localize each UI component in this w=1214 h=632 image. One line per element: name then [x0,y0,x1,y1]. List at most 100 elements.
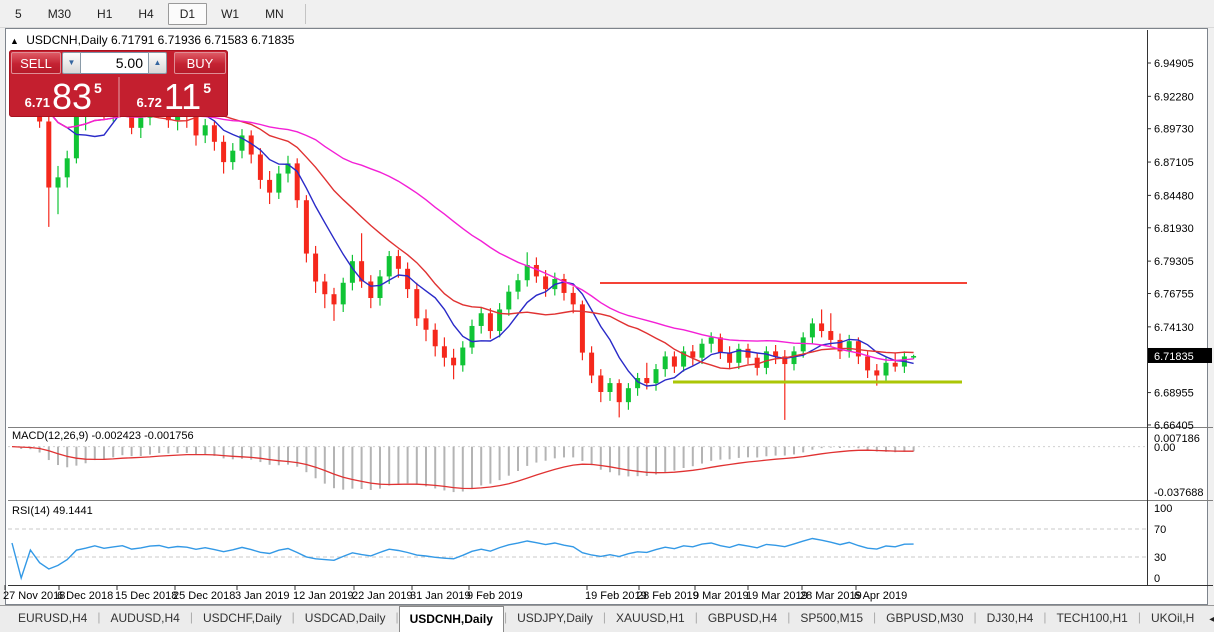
candle-body [460,348,465,366]
price-tick-label: 6.66405 [1154,420,1194,432]
candle-body [387,256,392,276]
candle-body [488,313,493,331]
chart-tab-ukoil[interactable]: UKOil,H [1141,606,1204,632]
chart-tab-usdcnh[interactable]: USDCNH,Daily [399,606,504,632]
candle-body [267,180,272,193]
candle-body [874,370,879,375]
chart-tab-usdchf[interactable]: USDCHF,Daily [193,606,292,632]
chart-title: ▲ USDCNH,Daily 6.71791 6.71936 6.71583 6… [10,33,294,47]
candle-body [433,330,438,347]
candle-body [663,356,668,369]
candle-body [727,353,732,363]
chart-tab-gbpusd[interactable]: GBPUSD,H4 [698,606,787,632]
rsi-tick-label: 100 [1154,503,1172,515]
date-tick-label: 9 Feb 2019 [467,590,523,602]
tab-scroll-arrows: ◂▸ [1204,606,1214,632]
buy-price-prefix: 6.72 [137,95,162,110]
candle-body [543,276,548,289]
order-controls-row: SELL ▼ ▲ BUY [9,50,228,77]
timeframe-button-m30[interactable]: M30 [36,3,83,25]
candle-body [138,118,143,128]
sell-button[interactable]: SELL [11,52,61,74]
candle-body [709,337,714,343]
timeframe-button-d1[interactable]: D1 [168,3,207,25]
candle-body [571,293,576,304]
date-tick-label: 22 Jan 2019 [352,590,413,602]
buy-price-tile[interactable]: 6.72 11 5 [120,77,229,117]
date-tick-label: 3 Jan 2019 [235,590,289,602]
price-tick-label: 6.84480 [1154,190,1194,202]
candle-body [230,151,235,162]
date-tick-label: 12 Jan 2019 [293,590,354,602]
price-tick-label: 6.92280 [1154,91,1194,103]
candle-body [203,125,208,135]
sell-price-pips: 83 [52,80,92,114]
timeframe-button-5[interactable]: 5 [3,3,34,25]
chart-tab-dj30[interactable]: DJ30,H4 [977,606,1044,632]
macd-tick-label: 0.00 [1154,442,1175,454]
timeframe-button-h4[interactable]: H4 [126,3,165,25]
chart-tab-eurusd[interactable]: EURUSD,H4 [8,606,97,632]
candle-body [212,125,217,142]
buy-button[interactable]: BUY [174,52,226,74]
date-tick-label: 28 Feb 2019 [637,590,699,602]
timeframe-button-mn[interactable]: MN [253,3,296,25]
buy-price-pips: 11 [164,80,201,114]
tab-scroll-left-icon[interactable]: ◂ [1204,614,1214,625]
volume-increase-button[interactable]: ▲ [148,52,167,74]
candle-body [865,356,870,370]
macd-tick-label: -0.037688 [1154,487,1204,499]
candle-body [819,323,824,331]
chart-tab-sp500[interactable]: SP500,M15 [790,606,873,632]
collapse-arrow-icon[interactable]: ▲ [10,36,19,46]
timeframe-toolbar: 5M30H1H4D1W1MN [0,0,1214,28]
price-tick-label: 6.94905 [1154,58,1194,70]
candle-body [322,282,327,295]
candle-body [295,163,300,200]
sell-price-prefix: 6.71 [25,95,50,110]
candle-body [414,289,419,318]
candle-body [847,341,852,351]
one-click-trading-widget: SELL ▼ ▲ BUY 6.71 83 5 6.72 11 5 [9,50,228,117]
volume-input[interactable] [81,52,148,74]
volume-decrease-button[interactable]: ▼ [62,52,81,74]
date-tick-label: 19 Mar 2019 [746,590,808,602]
chart-tab-usdjpy[interactable]: USDJPY,Daily [507,606,603,632]
chart-tab-audusd[interactable]: AUDUSD,H4 [100,606,189,632]
bid-ask-prices: 6.71 83 5 6.72 11 5 [9,77,228,117]
candle-body [46,121,51,187]
candle-body [470,326,475,348]
chart-tab-gbpusd[interactable]: GBPUSD,M30 [876,606,973,632]
candle-body [405,269,410,289]
candle-body [442,346,447,357]
timeframe-button-w1[interactable]: W1 [209,3,251,25]
date-tick-label: 31 Jan 2019 [410,590,471,602]
chart-tab-usdcad[interactable]: USDCAD,Daily [295,606,396,632]
candle-body [332,294,337,304]
candle-body [56,177,61,187]
candle-body [911,356,916,358]
chart-tab-tech100[interactable]: TECH100,H1 [1046,606,1137,632]
timeframe-button-h1[interactable]: H1 [85,3,124,25]
candle-body [884,363,889,376]
chart-ohlc-values: 6.71791 6.71936 6.71583 6.71835 [111,33,295,47]
price-tick-label: 6.87105 [1154,157,1194,169]
chart-tab-xauusd[interactable]: XAUUSD,H1 [606,606,695,632]
date-tick-label: 15 Dec 2018 [115,590,177,602]
candle-body [810,323,815,337]
candle-body [598,375,603,392]
current-price-label: 6.71835 [1154,351,1194,363]
price-tick-label: 6.76755 [1154,289,1194,301]
sell-price-point: 5 [94,80,102,96]
candle-body [451,358,456,366]
candle-body [617,383,622,402]
candle-body [626,388,631,402]
candle-body [506,292,511,310]
candle-body [304,200,309,253]
date-tick-label: 6 Apr 2019 [854,590,907,602]
sell-price-tile[interactable]: 6.71 83 5 [9,77,120,117]
date-tick-label: 6 Dec 2018 [57,590,113,602]
candle-body [718,337,723,352]
candle-body [801,337,806,351]
buy-price-point: 5 [203,80,211,96]
